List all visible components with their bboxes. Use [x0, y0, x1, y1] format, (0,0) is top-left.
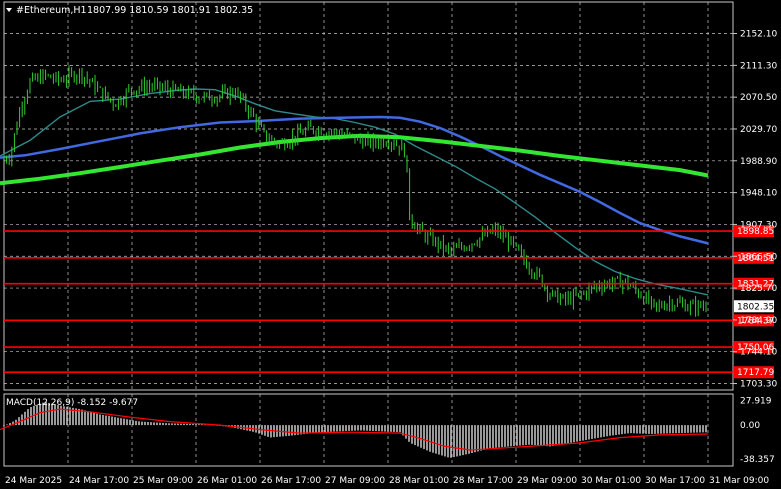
time-axis-label: 26 Mar 17:00 — [261, 476, 321, 486]
price-axis-label: 1825.70 — [740, 284, 777, 294]
price-axis-label: 1784.90 — [740, 316, 777, 326]
price-axis-label: 1866.50 — [740, 252, 777, 262]
current-price-tag: 1802.35 — [737, 302, 774, 312]
macd-title: MACD(12,26,9) -8.152 -9.677 — [6, 398, 138, 408]
macd-axis-label: 27.919 — [740, 396, 772, 406]
macd-axis-label: 0.00 — [740, 421, 760, 431]
time-axis-label: 28 Mar 17:00 — [453, 476, 513, 486]
price-chart[interactable]: 1898.851864.511831.271784.371750.061717.… — [0, 0, 781, 489]
time-axis-label: 26 Mar 01:00 — [197, 476, 257, 486]
level-tag: 1717.79 — [737, 368, 774, 378]
macd-axis-label: -38.357 — [740, 455, 775, 465]
price-axis-label: 2070.50 — [740, 93, 777, 103]
price-axis-label: 1988.90 — [740, 157, 777, 167]
price-axis-label: 1744.10 — [740, 348, 777, 358]
time-axis-label: 28 Mar 01:00 — [389, 476, 449, 486]
time-axis-label: 30 Mar 17:00 — [645, 476, 705, 486]
chart-header: #Ethereum,H1 1807.99 1810.59 1801.91 180… — [6, 5, 253, 16]
price-axis-label: 2029.70 — [740, 125, 777, 135]
symbol-label: #Ethereum,H1 — [16, 5, 87, 16]
time-axis-label: 30 Mar 01:00 — [581, 476, 641, 486]
price-axis-label: 2111.30 — [740, 61, 777, 71]
time-axis-label: 29 Mar 09:00 — [517, 476, 577, 486]
price-axis-label: 2152.10 — [740, 30, 777, 40]
price-axis-label: 1703.30 — [740, 380, 777, 390]
time-axis-label: 25 Mar 09:00 — [133, 476, 193, 486]
ohlc-values: 1807.99 1810.59 1801.91 1802.35 — [87, 5, 253, 16]
price-axis-label: 1948.10 — [740, 189, 777, 199]
price-axis-label: 1907.30 — [740, 220, 777, 230]
time-axis-label: 31 Mar 09:00 — [709, 476, 769, 486]
time-axis-label: 24 Mar 2025 — [5, 476, 62, 486]
time-axis-label: 27 Mar 09:00 — [325, 476, 385, 486]
time-axis-label: 24 Mar 17:00 — [69, 476, 129, 486]
